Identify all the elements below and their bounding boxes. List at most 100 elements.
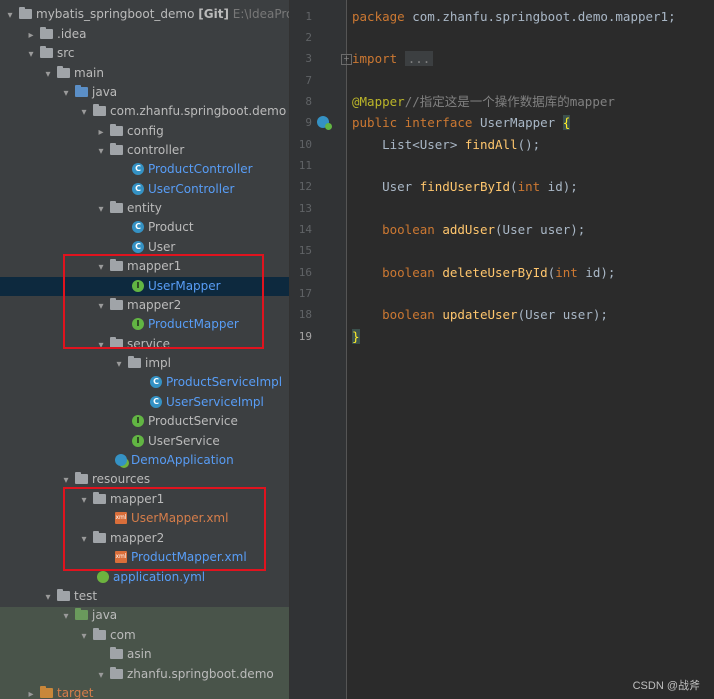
tree-item-productcontroller[interactable]: C ProductController <box>117 160 253 179</box>
keyword: public interface <box>352 115 473 130</box>
package-icon <box>110 646 123 659</box>
matched-brace: { <box>562 115 571 130</box>
code-line-3: import ... <box>352 48 434 69</box>
line-number: 2 <box>305 31 312 44</box>
highlight-box-java-mappers <box>63 254 264 349</box>
interface-name: UserMapper <box>472 115 563 130</box>
tree-item-label: impl <box>145 356 171 370</box>
package-icon <box>110 200 123 213</box>
tree-item-label: resources <box>92 472 151 486</box>
tree-item-config[interactable]: ▸ config <box>95 122 164 141</box>
tree-item-com[interactable]: ▾ com <box>78 626 136 645</box>
tree-item-label: java <box>92 608 118 622</box>
tree-item-test[interactable]: ▾ test <box>42 587 97 606</box>
tree-item-idea[interactable]: ▸ .idea <box>25 25 87 44</box>
class-icon: C <box>132 162 144 175</box>
chevron-down-icon[interactable]: ▾ <box>60 607 72 626</box>
tree-item-entity[interactable]: ▾ entity <box>95 199 162 218</box>
watermark: CSDN @战斧 <box>632 680 700 692</box>
class-icon: C <box>132 240 144 253</box>
code-text: (User user); <box>517 307 608 322</box>
chevron-down-icon[interactable]: ▾ <box>78 103 90 122</box>
line-number: 10 <box>298 138 312 151</box>
folded-imports[interactable]: ... <box>404 51 434 66</box>
tree-item-label: Product <box>148 220 194 234</box>
package-icon <box>110 142 123 155</box>
tree-item-demoapplication[interactable]: DemoApplication <box>100 451 234 470</box>
implemented-marker-icon <box>325 123 332 130</box>
project-name: mybatis_springboot_demo <box>36 7 195 21</box>
package-icon <box>93 627 106 640</box>
tree-item-label: ProductServiceImpl <box>166 375 283 389</box>
tree-item-impl[interactable]: ▾ impl <box>113 354 171 373</box>
code-line-1: package com.zhanfu.springboot.demo.mappe… <box>352 6 676 27</box>
tree-item-label: .idea <box>57 27 87 41</box>
gutter-separator <box>346 0 347 699</box>
project-tree-panel: ▾ mybatis_springboot_demo [Git] E:\IdeaPr… <box>0 0 289 699</box>
tree-item-productservice[interactable]: I ProductService <box>117 412 238 431</box>
chevron-down-icon[interactable]: ▾ <box>95 666 107 685</box>
chevron-right-icon[interactable]: ▸ <box>25 685 37 699</box>
line-number: 7 <box>305 74 312 87</box>
tree-item-label: test <box>74 589 98 603</box>
class-icon: C <box>132 182 144 195</box>
tree-item-main[interactable]: ▾ main <box>42 64 104 83</box>
tree-item-label: main <box>74 66 104 80</box>
code-editor[interactable]: 1 2 3 7 8 9 10 11 12 13 14 15 16 17 18 1… <box>290 0 714 699</box>
method-name: findAll <box>464 137 518 152</box>
package-icon <box>128 355 141 368</box>
fold-expand-icon[interactable]: + <box>341 54 352 65</box>
method-name: addUser <box>442 222 496 237</box>
tree-item-label: asin <box>127 647 152 661</box>
tree-item-label: java <box>92 85 118 99</box>
line-number: 14 <box>298 223 312 236</box>
tree-root-project[interactable]: ▾ mybatis_springboot_demo [Git] E:\IdeaPr… <box>4 5 289 24</box>
chevron-down-icon[interactable]: ▾ <box>95 142 107 161</box>
tree-item-label: config <box>127 124 164 138</box>
tree-item-userserviceimpl[interactable]: C UserServiceImpl <box>135 393 264 412</box>
code-line-12: User findUserById(int id); <box>352 176 578 197</box>
keyword: package <box>352 9 405 24</box>
tree-item-java[interactable]: ▾ java <box>60 83 117 102</box>
tree-item-userservice[interactable]: I UserService <box>117 432 220 451</box>
return-type: User <box>352 179 420 194</box>
code-line-10: List<User> findAll(); <box>352 134 540 155</box>
class-icon: C <box>150 375 162 388</box>
chevron-down-icon[interactable]: ▾ <box>78 627 90 646</box>
package-icon <box>110 666 123 679</box>
chevron-down-icon[interactable]: ▾ <box>25 45 37 64</box>
tree-item-src[interactable]: ▾ src <box>25 44 75 63</box>
keyword: int <box>517 179 541 194</box>
tree-item-usercontroller[interactable]: C UserController <box>117 180 234 199</box>
tree-item-controller[interactable]: ▾ controller <box>95 141 184 160</box>
chevron-down-icon[interactable]: ▾ <box>42 588 54 607</box>
tree-item-label: target <box>57 686 94 699</box>
code-line-19: } <box>352 326 360 347</box>
tree-item-target[interactable]: ▸ target <box>25 684 94 699</box>
package-icon <box>93 103 106 116</box>
chevron-right-icon[interactable]: ▸ <box>25 26 37 45</box>
code-text: id); <box>540 179 578 194</box>
line-number: 15 <box>298 244 312 257</box>
chevron-right-icon[interactable]: ▸ <box>95 123 107 142</box>
folder-icon <box>57 65 70 78</box>
comment: //指定这是一个操作数据库的mapper <box>404 94 615 109</box>
code-text: (); <box>517 137 541 152</box>
chevron-down-icon[interactable]: ▾ <box>4 6 16 25</box>
keyword: import <box>352 51 398 66</box>
tree-item-product[interactable]: C Product <box>117 218 194 237</box>
keyword: boolean <box>352 222 435 237</box>
interface-icon: I <box>132 414 144 427</box>
chevron-down-icon[interactable]: ▾ <box>95 200 107 219</box>
tree-item-test-java[interactable]: ▾ java <box>60 606 117 625</box>
tree-item-package[interactable]: ▾ com.zhanfu.springboot.demo <box>78 102 286 121</box>
chevron-down-icon[interactable]: ▾ <box>60 84 72 103</box>
test-source-folder-icon <box>75 607 88 620</box>
folder-icon <box>57 588 70 601</box>
chevron-down-icon[interactable]: ▾ <box>113 355 125 374</box>
tree-item-productserviceimpl[interactable]: C ProductServiceImpl <box>135 373 282 392</box>
tree-item-zhanfu-springboot-demo[interactable]: ▾ zhanfu.springboot.demo <box>95 665 274 684</box>
tree-item-asin[interactable]: asin <box>95 645 152 664</box>
highlight-box-xml-mappers <box>63 487 266 571</box>
chevron-down-icon[interactable]: ▾ <box>42 65 54 84</box>
